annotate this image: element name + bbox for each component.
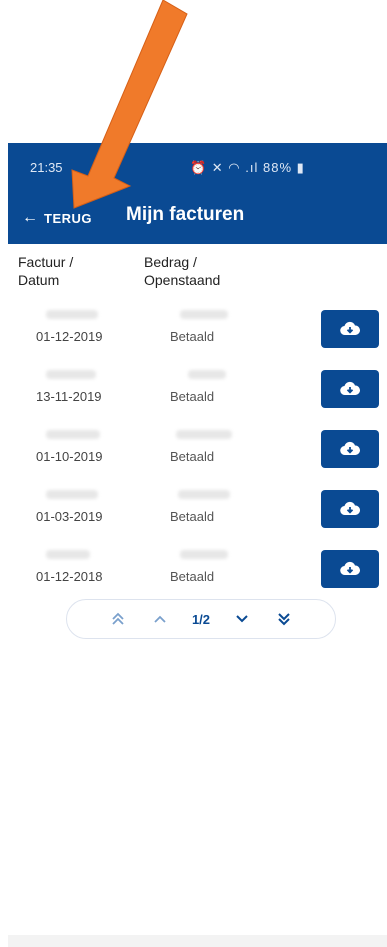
redacted-amount [180, 310, 228, 319]
invoice-status: Betaald [170, 329, 215, 344]
cloud-download-icon [340, 381, 360, 396]
redacted-amount [180, 550, 228, 559]
invoice-row: 01-12-2018 Betaald [8, 548, 387, 606]
invoice-status: Betaald [170, 449, 215, 464]
double-chevron-up-icon [112, 612, 124, 625]
column-header-open: Openstaand [144, 272, 221, 288]
invoice-date: 01-12-2018 [36, 569, 103, 584]
invoice-date: 01-12-2019 [36, 329, 103, 344]
first-page-button[interactable] [108, 609, 128, 629]
redacted-invoice-number [46, 310, 98, 319]
back-button[interactable]: ← TERUG [22, 207, 92, 229]
back-label: TERUG [44, 210, 92, 226]
invoice-status: Betaald [170, 509, 215, 524]
invoice-row: 01-03-2019 Betaald [8, 488, 387, 546]
page-title: Mijn facturen [126, 204, 245, 225]
invoice-date: 01-10-2019 [36, 449, 103, 464]
status-bar: 21:35 ⏰ ✕ ◠ .ıl 88% ▮ [8, 143, 387, 191]
redacted-amount [176, 430, 232, 439]
redacted-invoice-number [46, 550, 90, 559]
column-header-amount: Bedrag / [144, 254, 197, 270]
bottom-edge [8, 935, 387, 947]
invoice-row: 01-10-2019 Betaald [8, 428, 387, 486]
cloud-download-icon [340, 321, 360, 336]
next-page-button[interactable] [232, 609, 252, 629]
redacted-invoice-number [46, 490, 98, 499]
double-chevron-down-icon [278, 613, 290, 626]
download-button[interactable] [321, 310, 379, 348]
invoice-status: Betaald [170, 389, 215, 404]
cloud-download-icon [340, 441, 360, 456]
invoice-row: 01-12-2019 Betaald [8, 308, 387, 366]
back-arrow-icon: ← [22, 209, 38, 226]
redacted-invoice-number [46, 370, 96, 379]
invoice-status: Betaald [170, 569, 215, 584]
previous-page-button[interactable] [150, 609, 170, 629]
column-header-invoice-date: Factuur / Datum [18, 253, 73, 289]
cloud-download-icon [340, 561, 360, 576]
cloud-download-icon [340, 501, 360, 516]
status-time: 21:35 [30, 160, 63, 175]
download-button[interactable] [321, 550, 379, 588]
column-header-amount-open: Bedrag / Openstaand [144, 253, 220, 289]
download-button[interactable] [321, 430, 379, 468]
invoice-row: 13-11-2019 Betaald [8, 368, 387, 426]
redacted-amount [188, 370, 226, 379]
status-icons: ⏰ ✕ ◠ .ıl 88% ▮ [190, 160, 305, 175]
last-page-button[interactable] [274, 609, 294, 629]
chevron-down-icon [236, 615, 248, 623]
column-header-invoice: Factuur / [18, 254, 74, 270]
invoice-date: 13-11-2019 [36, 389, 102, 404]
invoice-date: 01-03-2019 [36, 509, 103, 524]
chevron-up-icon [154, 615, 166, 623]
redacted-invoice-number [46, 430, 100, 439]
pagination-bar: 1/2 [66, 599, 336, 639]
download-button[interactable] [321, 490, 379, 528]
page-indicator: 1/2 [191, 611, 211, 627]
app-bar: ← TERUG Mijn facturen [8, 191, 387, 244]
download-button[interactable] [321, 370, 379, 408]
phone-screen: 21:35 ⏰ ✕ ◠ .ıl 88% ▮ ← TERUG Mijn factu… [8, 143, 387, 947]
column-header-date: Datum [18, 272, 60, 288]
redacted-amount [178, 490, 230, 499]
